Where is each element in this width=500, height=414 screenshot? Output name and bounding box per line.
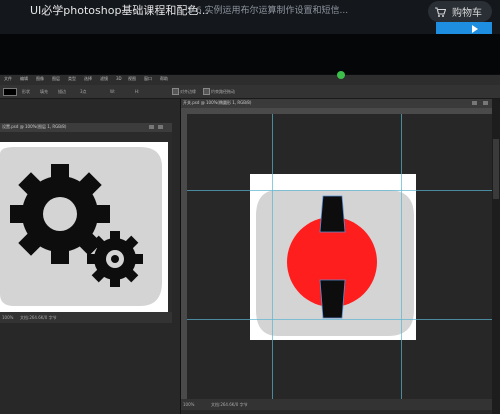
close-icon[interactable] [158, 125, 163, 129]
recording-indicator-icon [337, 71, 345, 79]
guide-line[interactable] [187, 319, 493, 320]
guide-line[interactable] [272, 114, 273, 399]
menu-item-3d[interactable]: 3D [116, 76, 122, 81]
menu-item-file[interactable]: 文件 [4, 76, 12, 82]
left-doc-status: 文档:264.6K/0 字节 [20, 315, 57, 320]
menu-item-select[interactable]: 选择 [84, 76, 92, 82]
horizontal-ruler[interactable] [181, 108, 493, 114]
option-stroke[interactable]: 描边 [58, 89, 66, 95]
right-doc-status: 文档:264.6K/0 字节 [211, 402, 248, 407]
document-tab-switch[interactable]: 开关.psd @ 100%(椭圆形 1, RGB/8) [181, 99, 493, 108]
cart-icon [435, 6, 446, 17]
document-window-settings[interactable]: 设置.psd @ 100%(图层 1, RGB/8) 100% 文档:264.6… [0, 123, 172, 323]
vertical-ruler[interactable] [181, 114, 187, 399]
ps-menubar: 文件 编辑 图像 图层 类型 选择 滤镜 3D 视图 窗口 帮助 [0, 75, 500, 85]
cart-label: 购物车 [452, 8, 482, 19]
menu-item-type[interactable]: 类型 [68, 76, 76, 82]
document-tab-label: 设置.psd @ 100%(图层 1, RGB/8) [2, 124, 67, 129]
option-constrain: 约束路径拖动 [211, 89, 235, 94]
video-title-bar: UI必学photoshop基础课程和配色... 2-6 实例运用布尔运算制作设置… [0, 0, 500, 36]
episode-title: 2-6 实例运用布尔运算制作设置和短信... [187, 6, 349, 16]
guide-line[interactable] [187, 190, 493, 191]
right-statusbar: 100% 文档:264.6K/0 字节 [181, 399, 493, 410]
menu-item-window[interactable]: 窗口 [144, 76, 152, 82]
option-align-edges: 对齐边缘 [180, 89, 196, 94]
course-title: UI必学photoshop基础课程和配色... [30, 4, 209, 17]
scrollbar-thumb[interactable] [493, 139, 499, 199]
align-edges-checkbox[interactable] [172, 88, 179, 95]
option-h[interactable]: H: [135, 89, 139, 94]
ps-options-bar: 形状 填充 描边 3点 W: H: 对齐边缘 约束路径拖动 [0, 85, 500, 99]
document-tab-label: 开关.psd @ 100%(椭圆形 1, RGB/8) [183, 100, 252, 105]
minimize-icon[interactable] [472, 101, 477, 105]
menu-item-layer[interactable]: 图层 [52, 76, 60, 82]
option-w[interactable]: W: [110, 89, 115, 94]
menu-item-image[interactable]: 图像 [36, 76, 44, 82]
left-zoom-readout[interactable]: 100% [2, 315, 13, 320]
option-stroke-size[interactable]: 3点 [80, 89, 87, 95]
cart-button[interactable]: 购物车 [428, 1, 492, 22]
document-tab-settings[interactable]: 设置.psd @ 100%(图层 1, RGB/8) [0, 123, 172, 132]
switch-icon-artwork [250, 174, 416, 340]
close-icon[interactable] [483, 101, 488, 105]
menu-item-help[interactable]: 帮助 [160, 76, 168, 82]
settings-icon-artwork [0, 132, 172, 323]
document-window-switch[interactable]: 开关.psd @ 100%(椭圆形 1, RGB/8) 100% 文档:264.… [180, 99, 493, 414]
right-zoom-readout[interactable]: 100% [183, 402, 194, 407]
video-letterbox [0, 34, 500, 74]
minimize-icon[interactable] [149, 125, 154, 129]
shape-tool-swatch[interactable] [3, 88, 17, 96]
vertical-scrollbar[interactable] [492, 99, 500, 414]
guide-line[interactable] [401, 114, 402, 399]
menu-item-filter[interactable]: 滤镜 [100, 76, 108, 82]
menu-item-view[interactable]: 视图 [128, 76, 136, 82]
option-mode[interactable]: 形状 [22, 89, 30, 95]
option-fill[interactable]: 填充 [40, 89, 48, 95]
menu-item-edit[interactable]: 编辑 [20, 76, 28, 82]
constrain-checkbox[interactable] [203, 88, 210, 95]
small-gear-icon [87, 231, 143, 287]
play-icon [472, 25, 478, 33]
gear-icon [10, 164, 110, 264]
